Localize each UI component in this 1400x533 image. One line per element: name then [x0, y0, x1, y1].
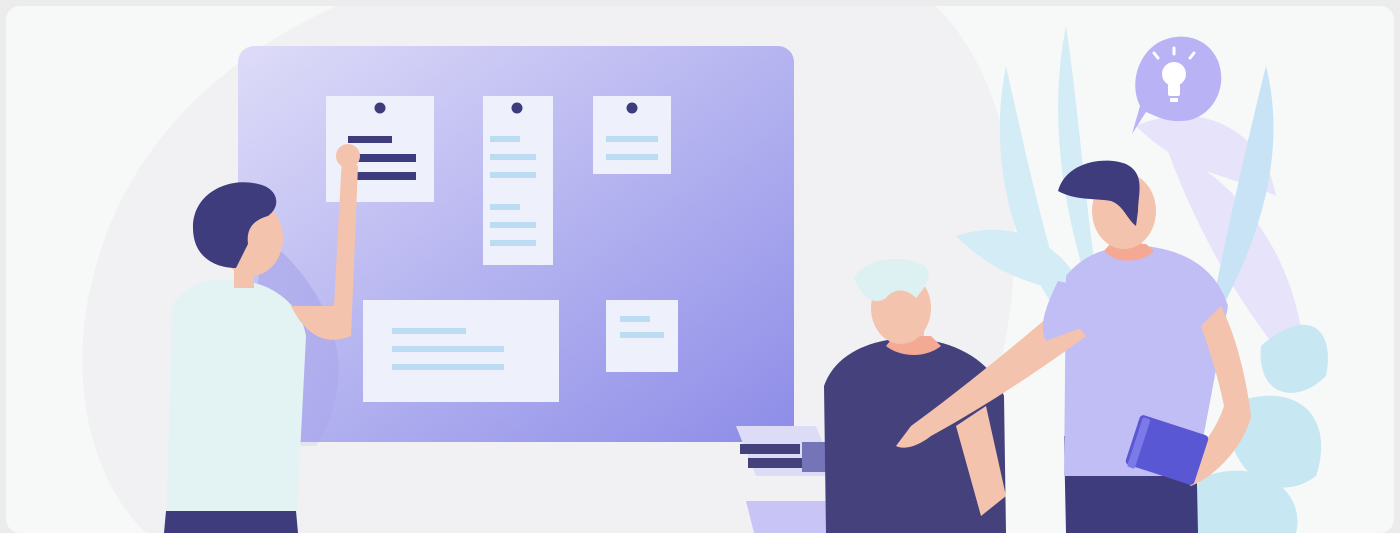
hero-illustration-frame [6, 6, 1394, 533]
pushpin-icon [511, 102, 523, 114]
pushpin-icon [626, 102, 638, 114]
sticky-note-wide [363, 300, 559, 402]
team-planning-illustration [82, 6, 1328, 533]
sticky-note-top-right [593, 96, 671, 174]
sticky-note-tall [483, 96, 553, 265]
sticky-note-small [606, 300, 678, 372]
pushpin-icon [374, 102, 386, 114]
